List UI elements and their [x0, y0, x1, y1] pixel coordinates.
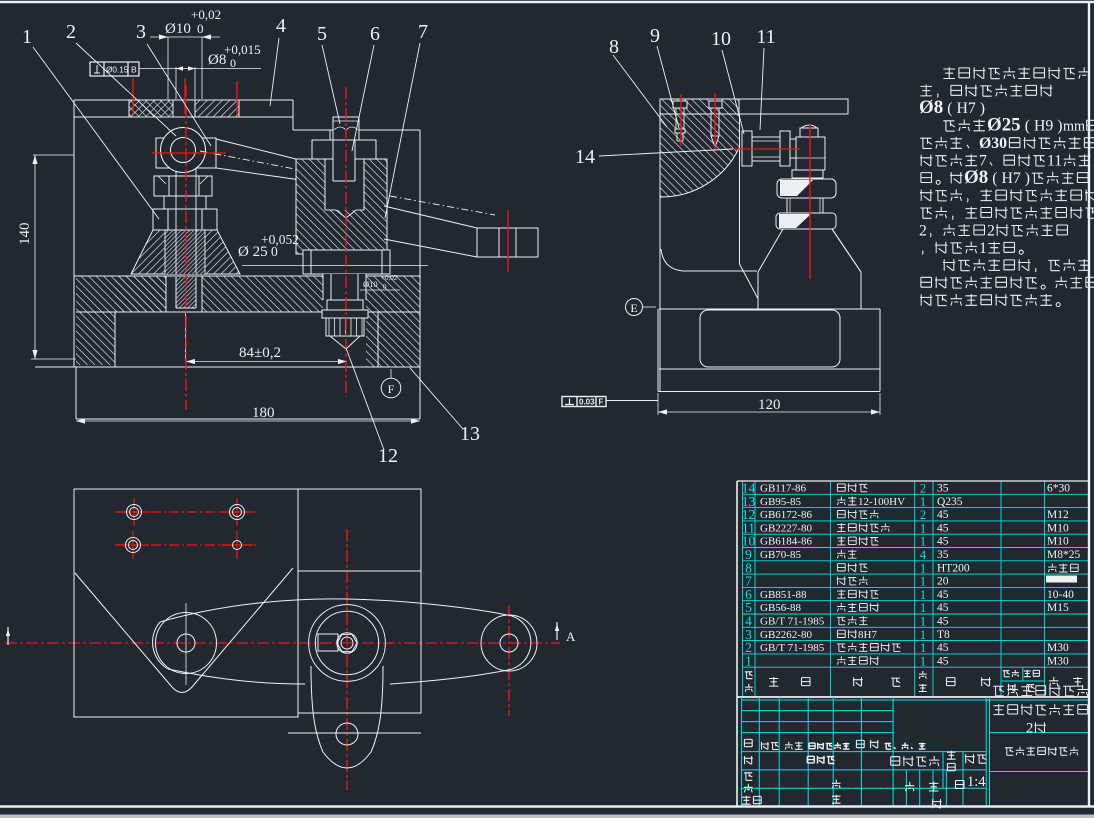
svg-text:A: A: [566, 629, 576, 644]
svg-text:10-40: 10-40: [1047, 589, 1074, 601]
svg-text:14: 14: [575, 146, 595, 168]
svg-text:( H7 ): ( H7 ): [988, 170, 1030, 187]
svg-text:mm: mm: [1063, 119, 1085, 135]
svg-text:1:4: 1:4: [967, 774, 986, 790]
svg-text:4: 4: [276, 15, 286, 37]
svg-text:180: 180: [252, 405, 275, 421]
svg-text:45: 45: [937, 522, 949, 534]
svg-text:1: 1: [920, 615, 926, 629]
svg-text:M30: M30: [1047, 642, 1069, 654]
svg-text:10: 10: [711, 28, 731, 50]
svg-text:GB6184-86: GB6184-86: [760, 536, 812, 548]
svg-text:12-100HV: 12-100HV: [858, 496, 905, 508]
svg-text:GB/T 71-1985: GB/T 71-1985: [760, 616, 825, 628]
svg-text:0: 0: [230, 56, 236, 70]
svg-text:GB/T 71-1985: GB/T 71-1985: [760, 642, 825, 654]
svg-text:45: 45: [937, 509, 949, 521]
svg-text:GB56-88: GB56-88: [760, 602, 801, 614]
svg-text:140: 140: [17, 223, 33, 246]
svg-text:M12: M12: [1047, 509, 1069, 521]
svg-text:84±0,2: 84±0,2: [239, 345, 281, 361]
svg-text:2: 2: [920, 508, 926, 522]
svg-text:Ø25: Ø25: [987, 115, 1021, 136]
svg-text:F: F: [599, 398, 604, 407]
svg-text:45: 45: [937, 616, 949, 628]
svg-text:1: 1: [22, 26, 32, 48]
svg-text:1: 1: [920, 561, 926, 575]
svg-text:M10: M10: [1047, 522, 1069, 534]
svg-text:2: 2: [66, 21, 76, 43]
svg-text:45: 45: [937, 655, 949, 667]
svg-text:Ø 25: Ø 25: [238, 244, 268, 260]
svg-text:2: 2: [987, 222, 995, 239]
svg-text:GB851-88: GB851-88: [760, 589, 807, 601]
svg-text:1: 1: [920, 521, 926, 535]
svg-text:35: 35: [937, 483, 949, 495]
svg-text:45: 45: [937, 642, 949, 654]
svg-text:Ø0.15: Ø0.15: [106, 66, 129, 75]
svg-text:1: 1: [979, 240, 987, 257]
svg-text:8: 8: [609, 36, 619, 58]
svg-text:13: 13: [460, 423, 480, 445]
svg-text:45: 45: [937, 536, 949, 548]
svg-text:+0,02: +0,02: [381, 274, 398, 282]
svg-text:1: 1: [920, 588, 926, 602]
svg-text:GB70-85: GB70-85: [760, 549, 801, 561]
svg-text:1: 1: [745, 653, 752, 668]
svg-text:HT200: HT200: [937, 562, 970, 574]
svg-text:45: 45: [937, 589, 949, 601]
svg-text:1: 1: [920, 535, 926, 549]
svg-text:0: 0: [271, 244, 278, 259]
svg-text:GB6172-86: GB6172-86: [760, 509, 812, 521]
svg-text:2: 2: [1026, 721, 1033, 737]
svg-text:45: 45: [937, 602, 949, 614]
svg-text:1: 1: [920, 575, 926, 589]
svg-text:1: 1: [920, 601, 926, 615]
svg-text:+0,015: +0,015: [224, 42, 261, 57]
svg-text:11: 11: [756, 26, 775, 48]
svg-text:Ø8: Ø8: [964, 167, 988, 188]
svg-text:Ø10: Ø10: [165, 21, 191, 37]
svg-text:Ø8: Ø8: [919, 97, 943, 118]
svg-text:3: 3: [136, 21, 146, 43]
svg-text:12: 12: [378, 445, 398, 467]
svg-text:GB2227-80: GB2227-80: [760, 522, 812, 534]
svg-text:9: 9: [650, 25, 660, 47]
svg-text:1: 1: [920, 628, 926, 642]
svg-text:0: 0: [197, 21, 204, 36]
svg-text:20: 20: [937, 576, 949, 588]
svg-text:4: 4: [920, 548, 927, 562]
svg-text:2: 2: [920, 482, 926, 496]
svg-text:+0,02: +0,02: [191, 7, 221, 22]
svg-text:35: 35: [937, 549, 949, 561]
svg-text:2: 2: [919, 222, 927, 239]
svg-text:11: 11: [1047, 153, 1062, 170]
svg-text:T8: T8: [937, 629, 950, 641]
svg-text:8H7: 8H7: [858, 629, 877, 641]
svg-text:1: 1: [920, 641, 926, 655]
svg-text:120: 120: [758, 397, 781, 413]
svg-text:F: F: [388, 382, 395, 396]
svg-text:Ø10: Ø10: [363, 279, 378, 289]
svg-text:( H7 ): ( H7 ): [943, 100, 985, 117]
svg-text:5: 5: [317, 23, 327, 45]
svg-text:B: B: [131, 65, 137, 75]
svg-text:GB117-86: GB117-86: [760, 483, 807, 495]
svg-text:( H9 ): ( H9 ): [1021, 118, 1063, 135]
svg-text:M30: M30: [1047, 655, 1069, 667]
svg-text:M8*25: M8*25: [1047, 549, 1080, 561]
svg-text:6*30: 6*30: [1047, 483, 1070, 495]
svg-text:0.03: 0.03: [579, 398, 595, 407]
svg-text:M10: M10: [1047, 536, 1069, 548]
svg-text:7: 7: [418, 21, 428, 43]
svg-text:GB2262-80: GB2262-80: [760, 629, 812, 641]
svg-text:E: E: [630, 301, 637, 315]
svg-text:Ø30: Ø30: [979, 135, 1007, 152]
svg-text:1: 1: [920, 495, 926, 509]
svg-text:6: 6: [370, 23, 380, 45]
svg-text:1: 1: [920, 654, 926, 668]
svg-text:GB95-85: GB95-85: [760, 496, 801, 508]
svg-text:M15: M15: [1047, 602, 1069, 614]
svg-text:Q235: Q235: [937, 496, 963, 508]
